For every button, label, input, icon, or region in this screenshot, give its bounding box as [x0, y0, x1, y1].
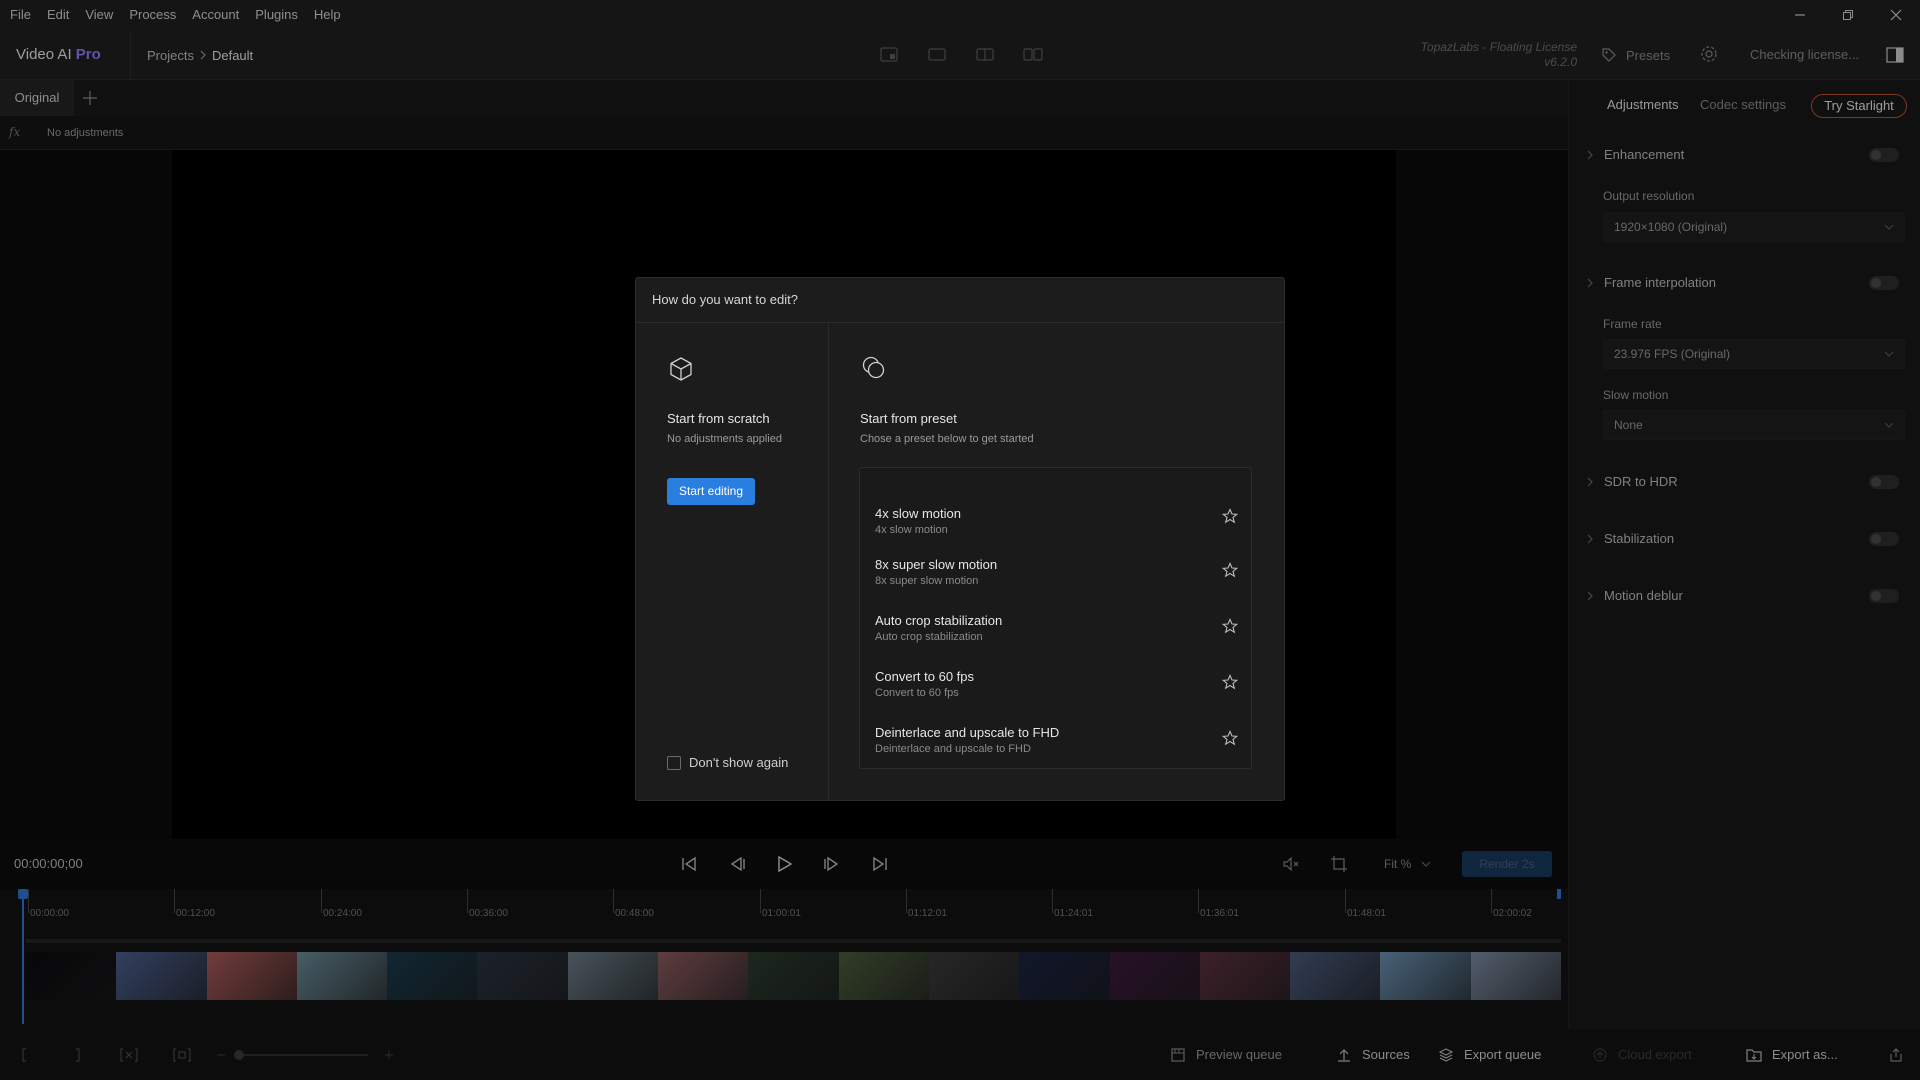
edit-mode-dialog: How do you want to edit? Start from scra… [635, 277, 1285, 801]
scratch-subtitle: No adjustments applied [667, 433, 782, 445]
star-icon[interactable] [1222, 562, 1238, 578]
dialog-column-divider [828, 323, 829, 800]
dont-show-again-label: Don't show again [689, 755, 789, 770]
preset-item[interactable]: 8x super slow motion 8x super slow motio… [860, 557, 1251, 613]
preset-item[interactable]: Deinterlace and upscale to FHD Deinterla… [860, 725, 1251, 781]
star-icon[interactable] [1222, 508, 1238, 524]
preset-item[interactable]: Auto crop stabilization Auto crop stabil… [860, 613, 1251, 669]
star-icon[interactable] [1222, 618, 1238, 634]
preset-list: 4x slow motion 4x slow motion 8x super s… [859, 467, 1252, 769]
star-icon[interactable] [1222, 730, 1238, 746]
preset-name: Auto crop stabilization [875, 613, 1003, 628]
cube-icon [670, 357, 692, 381]
preset-title: Start from preset [860, 411, 957, 426]
dialog-divider [636, 322, 1284, 323]
start-editing-button[interactable]: Start editing [667, 478, 755, 505]
preset-item[interactable]: Convert to 60 fps Convert to 60 fps [860, 669, 1251, 725]
preset-name: Deinterlace and upscale to FHD [875, 725, 1060, 740]
preset-description: Convert to 60 fps [875, 687, 959, 699]
preset-item[interactable]: 4x slow motion 4x slow motion [860, 506, 1251, 562]
star-icon[interactable] [1222, 674, 1238, 690]
overlapping-circles-icon [862, 356, 885, 379]
preset-description: 4x slow motion [875, 524, 948, 536]
preset-description: Deinterlace and upscale to FHD [875, 743, 1031, 755]
preset-name: 8x super slow motion [875, 557, 998, 572]
preset-description: 8x super slow motion [875, 575, 979, 587]
preset-description: Auto crop stabilization [875, 631, 983, 643]
scratch-title: Start from scratch [667, 411, 770, 426]
dont-show-again-checkbox[interactable] [667, 755, 681, 770]
preset-name: 4x slow motion [875, 506, 961, 521]
dont-show-again-option[interactable]: Don't show again [667, 755, 788, 770]
preset-subtitle: Chose a preset below to get started [860, 433, 1034, 445]
preset-name: Convert to 60 fps [875, 669, 974, 684]
dialog-title: How do you want to edit? [652, 292, 798, 307]
